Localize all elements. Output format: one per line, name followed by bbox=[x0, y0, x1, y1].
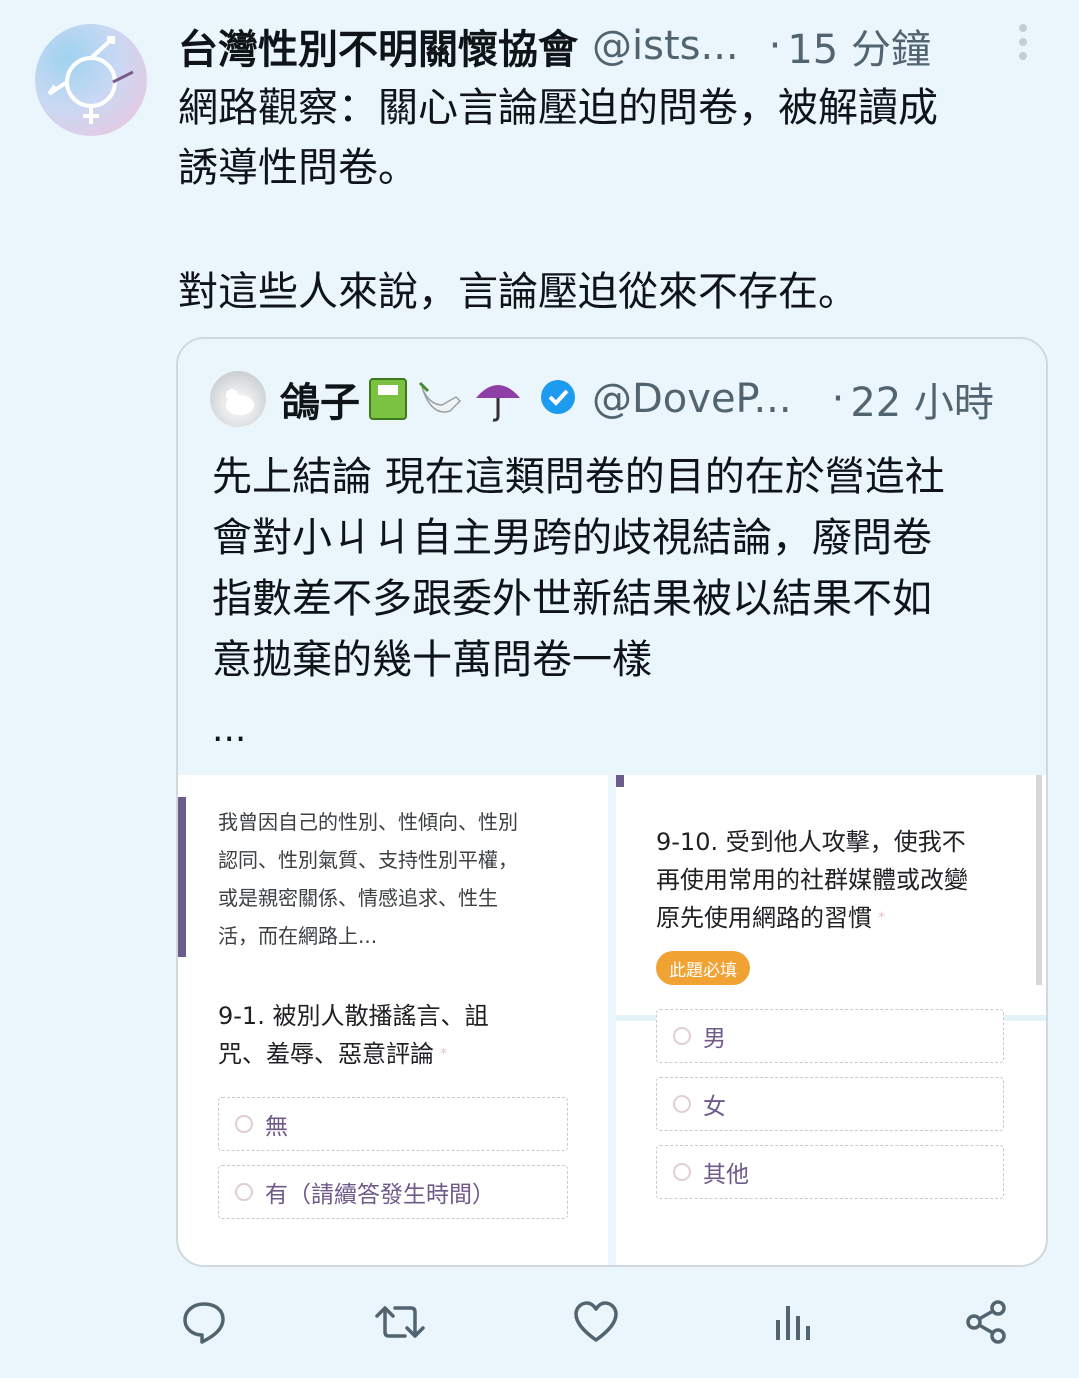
quoted-header: 鴿子 @DoveP... · 22 小時 bbox=[280, 369, 994, 429]
tweet-text-line: 誘導性問卷。 bbox=[178, 145, 418, 191]
radio-icon[interactable] bbox=[673, 1163, 691, 1181]
author-handle[interactable]: @ists... bbox=[592, 23, 739, 69]
tweet-header: 台灣性別不明關懷協會 @ists... · 15 分鐘 bbox=[178, 18, 1048, 74]
share-icon[interactable] bbox=[956, 1292, 1016, 1352]
required-badge: 此題必填 bbox=[656, 951, 750, 985]
quoted-text-line: 會對小ㄐㄐ自主男跨的歧視結論，廢問卷 bbox=[212, 515, 932, 561]
more-options-icon[interactable] bbox=[1016, 22, 1030, 62]
survey-intro: 我曾因自己的性別、性傾向、性別 認同、性別氣質、支持性別平權， 或是親密關係、情… bbox=[218, 803, 578, 955]
survey-intro-line: 認同、性別氣質、支持性別平權， bbox=[218, 848, 518, 872]
tweet-text-line: 對這些人來說，言論壓迫從來不存在。 bbox=[178, 269, 858, 315]
survey-question-line: 原先使用網路的習慣 * bbox=[656, 904, 885, 932]
survey-option-label: 有（請續答發生時間） bbox=[265, 1182, 495, 1208]
survey-question: 9-10. 受到他人攻擊，使我不 再使用常用的社群媒體或改變 原先使用網路的習慣… bbox=[656, 823, 1016, 937]
radio-icon[interactable] bbox=[235, 1115, 253, 1133]
quoted-time[interactable]: 22 小時 bbox=[850, 370, 994, 428]
quoted-text-line: 意拋棄的幾十萬問卷一樣 bbox=[212, 637, 652, 683]
survey-option-label: 無 bbox=[265, 1114, 288, 1140]
quoted-text-line: 指數差不多跟委外世新結果被以結果不如 bbox=[212, 576, 932, 622]
verified-badge-icon bbox=[538, 377, 578, 421]
required-star: * bbox=[440, 1046, 447, 1062]
author-name[interactable]: 台灣性別不明關懷協會 bbox=[178, 17, 578, 75]
quoted-author-handle[interactable]: @DoveP... bbox=[592, 376, 792, 422]
quoted-author-avatar[interactable] bbox=[210, 371, 266, 427]
radio-icon[interactable] bbox=[673, 1095, 691, 1113]
radio-icon[interactable] bbox=[235, 1183, 253, 1201]
author-avatar[interactable] bbox=[35, 24, 147, 136]
quoted-tweet[interactable]: 鴿子 @DoveP... · 22 小時 先上結論 現在這類問卷的目的在於營造社… bbox=[176, 337, 1048, 1267]
required-star: * bbox=[878, 910, 885, 926]
quoted-text: 先上結論 現在這類問卷的目的在於營造社 會對小ㄐㄐ自主男跨的歧視結論，廢問卷 指… bbox=[212, 447, 1022, 691]
section-accent-bar bbox=[178, 797, 186, 957]
survey-question-line: 咒、羞辱、惡意評論 * bbox=[218, 1040, 447, 1068]
attached-image-left[interactable]: 我曾因自己的性別、性傾向、性別 認同、性別氣質、支持性別平權， 或是親密關係、情… bbox=[178, 775, 608, 1265]
tweet-text: 網路觀察：關心言論壓迫的問卷，被解讀成 誘導性問卷。 對這些人來說，言論壓迫從來… bbox=[178, 78, 1038, 322]
views-icon[interactable] bbox=[762, 1292, 822, 1352]
separator-dot: · bbox=[831, 376, 845, 422]
survey-question-line: 9-10. 受到他人攻擊，使我不 bbox=[656, 828, 966, 856]
survey-option[interactable]: 女 bbox=[656, 1077, 1004, 1131]
green-book-icon bbox=[366, 377, 410, 421]
survey-intro-line: 我曾因自己的性別、性傾向、性別 bbox=[218, 810, 518, 834]
reply-icon[interactable] bbox=[174, 1292, 234, 1352]
survey-option-label: 男 bbox=[703, 1026, 726, 1052]
survey-option[interactable]: 有（請續答發生時間） bbox=[218, 1165, 568, 1219]
dove-icon bbox=[416, 377, 466, 421]
survey-option[interactable]: 無 bbox=[218, 1097, 568, 1151]
action-bar bbox=[0, 1292, 1079, 1356]
tweet-time[interactable]: 15 分鐘 bbox=[787, 17, 931, 75]
survey-option[interactable]: 男 bbox=[656, 1009, 1004, 1063]
survey-option-label: 女 bbox=[703, 1094, 726, 1120]
survey-option-label: 其他 bbox=[703, 1162, 749, 1188]
survey-option[interactable]: 其他 bbox=[656, 1145, 1004, 1199]
quoted-author-name[interactable]: 鴿子 bbox=[280, 370, 360, 428]
scrollbar bbox=[1036, 775, 1042, 985]
retweet-icon[interactable] bbox=[370, 1292, 430, 1352]
attached-image-right[interactable]: 9-10. 受到他人攻擊，使我不 再使用常用的社群媒體或改變 原先使用網路的習慣… bbox=[616, 775, 1046, 1265]
survey-intro-line: 或是親密關係、情感追求、性生 bbox=[218, 886, 498, 910]
radio-icon[interactable] bbox=[673, 1027, 691, 1045]
umbrella-icon bbox=[472, 374, 524, 424]
survey-intro-line: 活，而在網路上... bbox=[218, 924, 378, 948]
quoted-text-line: 先上結論 現在這類問卷的目的在於營造社 bbox=[212, 454, 945, 500]
like-icon[interactable] bbox=[566, 1292, 626, 1352]
section-accent-bar bbox=[616, 775, 624, 787]
survey-question: 9-1. 被別人散播謠言、詛 咒、羞辱、惡意評論 * bbox=[218, 997, 548, 1073]
survey-question-line: 再使用常用的社群媒體或改變 bbox=[656, 866, 968, 894]
show-more-ellipsis[interactable]: ... bbox=[212, 709, 246, 750]
tweet-text-line: 網路觀察：關心言論壓迫的問卷，被解讀成 bbox=[178, 85, 938, 131]
survey-question-line: 9-1. 被別人散播謠言、詛 bbox=[218, 1002, 489, 1030]
separator-dot: · bbox=[768, 23, 782, 69]
